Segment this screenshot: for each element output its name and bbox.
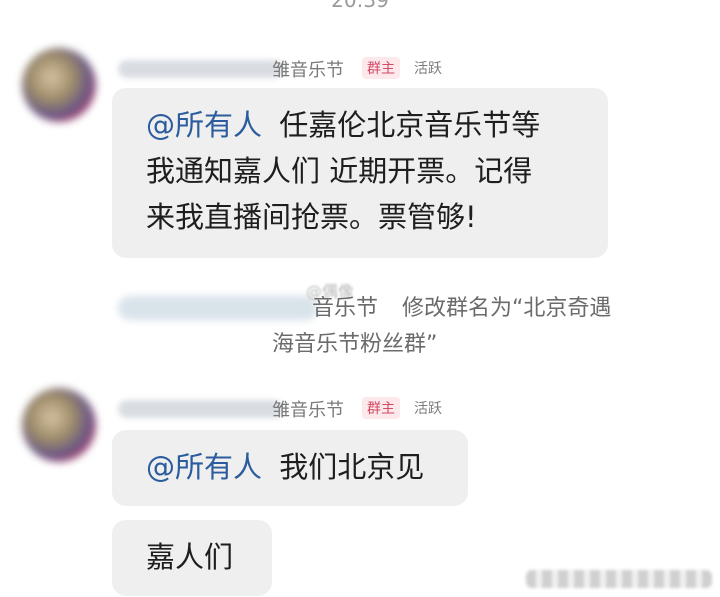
notice-line-1: 修改群名为“北京奇遇 bbox=[402, 296, 612, 321]
message-bubble[interactable]: 嘉人们 bbox=[112, 520, 272, 596]
message-text: 我们北京见 bbox=[279, 450, 425, 484]
message-bubble[interactable]: @所有人 任嘉伦北京音乐节等 我通知嘉人们 近期开票。记得 来我直播间抢票。票管… bbox=[112, 88, 608, 258]
sender-name: 雏音乐节 bbox=[272, 400, 344, 421]
message-line: 来我直播间抢票。票管够! bbox=[146, 200, 477, 234]
sender-name-blurred bbox=[118, 400, 283, 418]
mention-all[interactable]: @所有人 bbox=[146, 450, 262, 484]
sender-name-blurred bbox=[118, 60, 283, 78]
status-time: 20:39 bbox=[331, 0, 389, 12]
message-text: 任嘉伦北京音乐节等 bbox=[279, 108, 541, 142]
message-text: 嘉人们 bbox=[146, 540, 234, 574]
activity-badge: 活跃 bbox=[414, 61, 442, 77]
message-bubble[interactable]: @所有人 我们北京见 bbox=[112, 430, 468, 506]
sender-avatar[interactable] bbox=[22, 48, 96, 122]
message-line: @所有人 任嘉伦北京音乐节等 bbox=[146, 102, 588, 148]
actor-name: 音乐节 bbox=[312, 296, 379, 321]
activity-badge: 活跃 bbox=[414, 401, 442, 417]
group-owner-badge: 群主 bbox=[362, 57, 400, 79]
notice-line-2: 海音乐节粉丝群” bbox=[272, 332, 438, 357]
actor-name-blurred bbox=[118, 296, 318, 320]
sender-name: 雏音乐节 bbox=[272, 60, 344, 81]
mention-all[interactable]: @所有人 bbox=[146, 108, 262, 142]
message-line: 我通知嘉人们 近期开票。记得 bbox=[146, 154, 533, 188]
footer-watermark bbox=[526, 570, 712, 588]
sender-avatar[interactable] bbox=[22, 388, 96, 462]
group-owner-badge: 群主 bbox=[362, 397, 400, 419]
